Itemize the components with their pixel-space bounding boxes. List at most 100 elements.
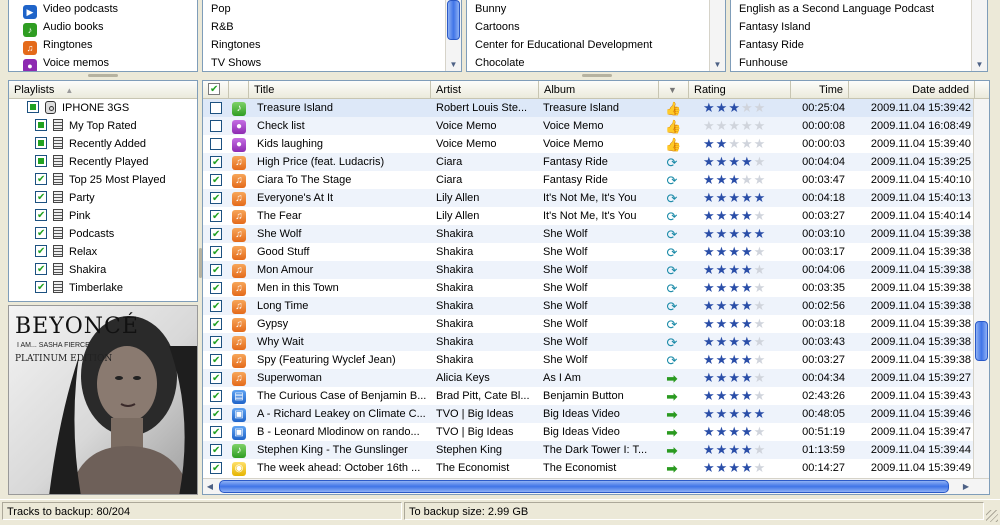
rating-star-icon[interactable]: ★: [741, 172, 754, 187]
rating-star-icon[interactable]: ★: [754, 280, 767, 295]
header-date-added[interactable]: Date added: [849, 81, 975, 99]
rating-star-icon[interactable]: ★: [728, 226, 741, 241]
playlist-item[interactable]: Timberlake: [9, 279, 197, 297]
scroll-down-icon[interactable]: ▼: [710, 58, 725, 71]
rating-star-icon[interactable]: ★: [754, 172, 767, 187]
track-checkbox[interactable]: [210, 334, 222, 351]
rating-star-icon[interactable]: ★: [716, 262, 729, 277]
table-row[interactable]: ♫ Mon Amour Shakira She Wolf ⟳ ★★★★★ 00:…: [203, 261, 975, 279]
browser-item[interactable]: Chocolate: [467, 54, 725, 71]
rating-star-icon[interactable]: ★: [703, 424, 716, 439]
rating-star-icon[interactable]: ★: [754, 298, 767, 313]
track-checkbox[interactable]: [210, 460, 222, 477]
rating-star-icon[interactable]: ★: [728, 136, 741, 151]
table-row[interactable]: ♫ Ciara To The Stage Ciara Fantasy Ride …: [203, 171, 975, 189]
rating-star-icon[interactable]: ★: [741, 460, 754, 475]
table-row[interactable]: ▤ The Curious Case of Benjamin B... Brad…: [203, 387, 975, 405]
track-checkbox[interactable]: [210, 226, 222, 243]
table-horizontal-scrollbar[interactable]: ◀ ▶: [203, 478, 989, 494]
track-checkbox[interactable]: [210, 102, 222, 114]
table-row[interactable]: ♪ Treasure Island Robert Louis Ste... Tr…: [203, 99, 975, 117]
rating-star-icon[interactable]: ★: [728, 154, 741, 169]
rating-star-icon[interactable]: ★: [716, 334, 729, 349]
rating-star-icon[interactable]: ★: [741, 100, 754, 115]
playlist-checkbox[interactable]: [35, 225, 47, 243]
rating-star-icon[interactable]: ★: [703, 442, 716, 457]
rating-star-icon[interactable]: ★: [716, 406, 729, 421]
playlist-checkbox[interactable]: [35, 243, 47, 261]
table-row[interactable]: ♫ Men in this Town Shakira She Wolf ⟳ ★★…: [203, 279, 975, 297]
rating-star-icon[interactable]: ★: [703, 280, 716, 295]
table-scroll-thumb[interactable]: [975, 321, 988, 361]
rating-star-icon[interactable]: ★: [741, 424, 754, 439]
playlist-item[interactable]: My Top Rated: [9, 117, 197, 135]
playlist-item[interactable]: Top 25 Most Played: [9, 171, 197, 189]
rating-star-icon[interactable]: ★: [741, 136, 754, 151]
playlist-checkbox[interactable]: [35, 279, 47, 297]
rating-star-icon[interactable]: ★: [728, 442, 741, 457]
playlist-checkbox[interactable]: [35, 171, 47, 189]
playlists-header[interactable]: Playlists ▲: [9, 81, 197, 99]
playlist-item[interactable]: Shakira: [9, 261, 197, 279]
rating-star-icon[interactable]: ★: [741, 370, 754, 385]
rating-star-icon[interactable]: ★: [703, 352, 716, 367]
track-checkbox[interactable]: [210, 120, 222, 132]
table-row[interactable]: ♫ Superwoman Alicia Keys As I Am ➡ ★★★★★…: [203, 369, 975, 387]
rating-star-icon[interactable]: ★: [754, 154, 767, 169]
rating-star-icon[interactable]: ★: [741, 388, 754, 403]
header-album[interactable]: Album: [539, 81, 659, 99]
browser-column-media-type[interactable]: ▶ Video podcasts ♪ Audio books ♫ Ringtones …: [8, 0, 198, 72]
playlist-item[interactable]: Party: [9, 189, 197, 207]
rating-star-icon[interactable]: ★: [703, 154, 716, 169]
header-check-column[interactable]: [203, 81, 229, 99]
table-scrollbar[interactable]: [973, 99, 989, 480]
rating-star-icon[interactable]: ★: [741, 406, 754, 421]
rating-star-icon[interactable]: ★: [728, 316, 741, 331]
browser-item[interactable]: R&B: [203, 18, 461, 36]
rating-star-icon[interactable]: ★: [741, 190, 754, 205]
rating-star-icon[interactable]: ★: [716, 244, 729, 259]
table-row[interactable]: ♫ She Wolf Shakira She Wolf ⟳ ★★★★★ 00:0…: [203, 225, 975, 243]
playlist-checkbox[interactable]: [35, 189, 47, 207]
browser-item[interactable]: Ringtones: [203, 36, 461, 54]
track-checkbox[interactable]: [210, 208, 222, 225]
rating-star-icon[interactable]: ★: [728, 172, 741, 187]
rating-star-icon[interactable]: ★: [754, 352, 767, 367]
rating-star-icon[interactable]: ★: [754, 424, 767, 439]
table-row[interactable]: ● Kids laughing Voice Memo Voice Memo 👍 …: [203, 135, 975, 153]
rating-star-icon[interactable]: ★: [703, 406, 716, 421]
rating-star-icon[interactable]: ★: [703, 316, 716, 331]
rating-star-icon[interactable]: ★: [703, 226, 716, 241]
header-type-column[interactable]: [229, 81, 249, 99]
browser-item[interactable]: TV Shows: [203, 54, 461, 71]
browser-column-podcast[interactable]: English as a Second Language Podcast Fant…: [730, 0, 988, 72]
browser-item[interactable]: Cartoons: [467, 18, 725, 36]
playlist-device[interactable]: IPHONE 3GS: [9, 99, 197, 117]
table-row[interactable]: ● Check list Voice Memo Voice Memo 👍 ★★★…: [203, 117, 975, 135]
rating-star-icon[interactable]: ★: [728, 280, 741, 295]
rating-star-icon[interactable]: ★: [716, 154, 729, 169]
album-scrollbar[interactable]: ▼: [709, 0, 725, 71]
rating-star-icon[interactable]: ★: [754, 190, 767, 205]
genre-scroll-thumb[interactable]: [447, 0, 460, 40]
rating-star-icon[interactable]: ★: [703, 190, 716, 205]
rating-star-icon[interactable]: ★: [754, 208, 767, 223]
rating-star-icon[interactable]: ★: [703, 370, 716, 385]
browser-item[interactable]: Center for Educational Development: [467, 36, 725, 54]
rating-star-icon[interactable]: ★: [728, 460, 741, 475]
playlist-item[interactable]: Recently Added: [9, 135, 197, 153]
table-hscroll-thumb[interactable]: [219, 480, 949, 493]
rating-star-icon[interactable]: ★: [741, 226, 754, 241]
playlist-item[interactable]: Podcasts: [9, 225, 197, 243]
rating-star-icon[interactable]: ★: [741, 118, 754, 133]
rating-star-icon[interactable]: ★: [728, 100, 741, 115]
header-status-column[interactable]: ▼: [659, 81, 689, 99]
table-row[interactable]: ▣ B - Leonard Mlodinow on rando... TVO |…: [203, 423, 975, 441]
browser-item[interactable]: Fantasy Ride: [731, 36, 987, 54]
rating-star-icon[interactable]: ★: [728, 334, 741, 349]
rating-star-icon[interactable]: ★: [703, 172, 716, 187]
table-row[interactable]: ♫ Spy (Featuring Wyclef Jean) Shakira Sh…: [203, 351, 975, 369]
rating-star-icon[interactable]: ★: [703, 460, 716, 475]
playlist-checkbox[interactable]: [35, 137, 47, 149]
browser-item[interactable]: ▶ Video podcasts: [9, 0, 197, 19]
